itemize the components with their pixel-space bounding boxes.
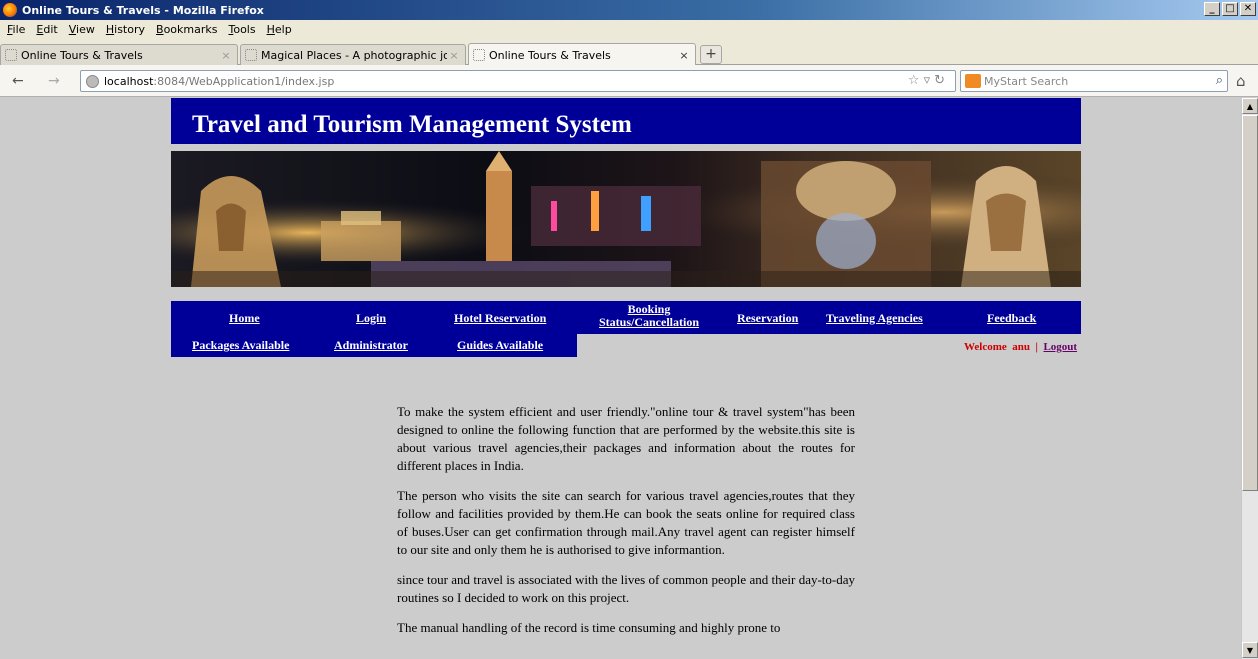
menu-bookmarks[interactable]: Bookmarks [156,23,217,36]
intro-paragraph: The manual handling of the record is tim… [397,620,781,635]
welcome-label: Welcome [964,341,1007,353]
welcome-user: anu [1012,341,1031,353]
search-icon[interactable]: ⌕ [1216,73,1223,88]
site-title: Travel and Tourism Management System [192,111,632,138]
blank-page-icon [5,49,17,61]
nav-booking-status-link[interactable]: Booking Status/Cancellation [599,303,699,329]
nav-hotel-reservation-link[interactable]: Hotel Reservation [454,312,546,325]
new-tab-button[interactable]: + [700,45,722,64]
menu-view[interactable]: View [69,23,95,36]
welcome-separator: | [1035,341,1038,353]
tab-magical-places[interactable]: Magical Places - A photographic journey … [240,44,466,65]
tab-bar: Online Tours & Travels × Magical Places … [0,39,1258,66]
banner-image [171,151,1081,287]
logout-link[interactable]: Logout [1043,341,1077,353]
main-nav-row-2: Packages Available Administrator Guides … [171,334,577,357]
tab-close-icon[interactable]: × [677,49,691,62]
nav-packages-available-link[interactable]: Packages Available [192,339,289,352]
tab-label: Online Tours & Travels [489,48,611,62]
tab-close-icon[interactable]: × [219,49,233,62]
globe-icon [86,74,99,88]
menu-help[interactable]: Help [267,23,292,36]
intro-paragraph: since tour and travel is associated with… [397,572,855,605]
scroll-down-arrow-icon[interactable]: ▼ [1242,642,1258,658]
tab-online-tours-active[interactable]: Online Tours & Travels × [468,43,696,66]
nav-guides-available-link[interactable]: Guides Available [457,339,543,352]
nav-reservation-link[interactable]: Reservation [737,312,798,325]
blank-page-icon [245,49,257,61]
url-host: localhost [104,74,154,88]
page-viewport: Travel and Tourism Management System Hom… [0,98,1241,659]
search-bar[interactable]: MyStart Search ⌕ [960,70,1228,92]
vertical-scrollbar[interactable]: ▲ ▼ [1241,98,1258,659]
search-placeholder: MyStart Search [984,74,1069,88]
intro-paragraph: To make the system efficient and user fr… [397,404,855,473]
search-engine-icon[interactable] [965,74,981,88]
nav-administrator-link[interactable]: Administrator [334,339,408,352]
tab-label: Magical Places - A photographic journey … [261,48,447,62]
nav-booking-line1: Booking [627,302,671,316]
firefox-logo-icon [3,3,17,17]
main-nav-row-1: Home Login Hotel Reservation Booking Sta… [171,301,1081,334]
minimize-button[interactable]: _ [1204,2,1220,16]
nav-traveling-agencies-link[interactable]: Traveling Agencies [826,312,923,325]
navigation-toolbar: ← → localhost :8084/WebApplication1/inde… [0,65,1258,97]
tab-online-tours-1[interactable]: Online Tours & Travels × [0,44,238,65]
menu-bar: File Edit View History Bookmarks Tools H… [0,20,1258,39]
tab-close-icon[interactable]: × [447,49,461,62]
back-arrow-icon[interactable]: ← [12,73,24,89]
nav-booking-line2: Status/Cancellation [599,315,700,329]
menu-history[interactable]: History [106,23,145,36]
menu-tools[interactable]: Tools [228,23,255,36]
maximize-button[interactable]: □ [1222,2,1238,16]
close-window-button[interactable]: ✕ [1240,2,1256,16]
welcome-bar: Welcome anu | Logout [964,341,1077,353]
tab-label: Online Tours & Travels [21,48,143,62]
blank-page-icon [473,49,485,61]
scroll-up-arrow-icon[interactable]: ▲ [1242,98,1258,114]
menu-file[interactable]: File [7,23,25,36]
url-bar[interactable]: localhost :8084/WebApplication1/index.js… [80,70,956,92]
intro-paragraph: The person who visits the site can searc… [397,488,855,557]
bookmark-star-reload-icons[interactable]: ☆▿↻ [908,73,949,88]
forward-arrow-icon[interactable]: → [48,73,60,89]
intro-content: To make the system efficient and user fr… [397,403,855,649]
menu-edit[interactable]: Edit [36,23,57,36]
scrollbar-thumb[interactable] [1242,115,1258,491]
nav-home-link[interactable]: Home [229,312,260,325]
nav-login-link[interactable]: Login [356,312,386,325]
nav-feedback-link[interactable]: Feedback [987,312,1036,325]
window-titlebar: Online Tours & Travels - Mozilla Firefox… [0,0,1258,20]
site-header: Travel and Tourism Management System [171,98,1081,144]
url-path: :8084/WebApplication1/index.jsp [153,74,335,88]
window-title: Online Tours & Travels - Mozilla Firefox [22,3,264,17]
home-icon[interactable]: ⌂ [1236,72,1246,90]
